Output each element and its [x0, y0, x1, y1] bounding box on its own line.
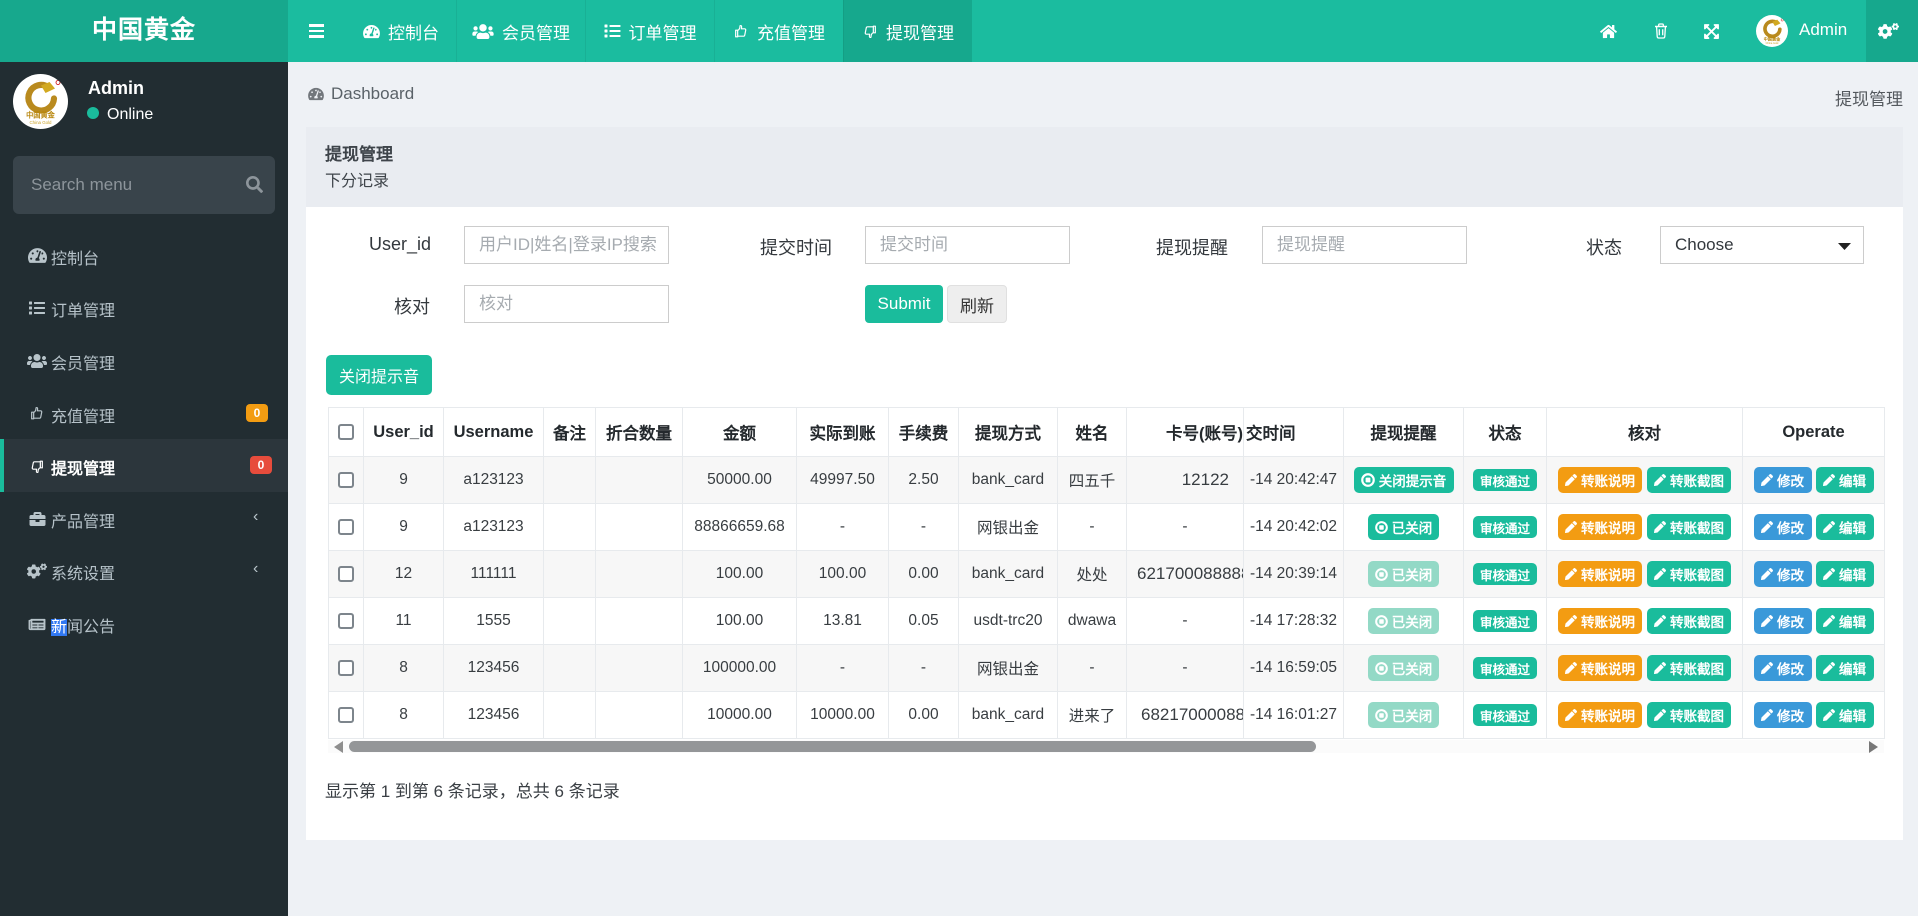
svg-text:China Gold: China Gold [1766, 41, 1779, 45]
svg-text:China Gold: China Gold [30, 120, 53, 125]
svg-text:中国黄金: 中国黄金 [26, 111, 56, 120]
svg-text:中国黄金: 中国黄金 [1764, 35, 1782, 41]
